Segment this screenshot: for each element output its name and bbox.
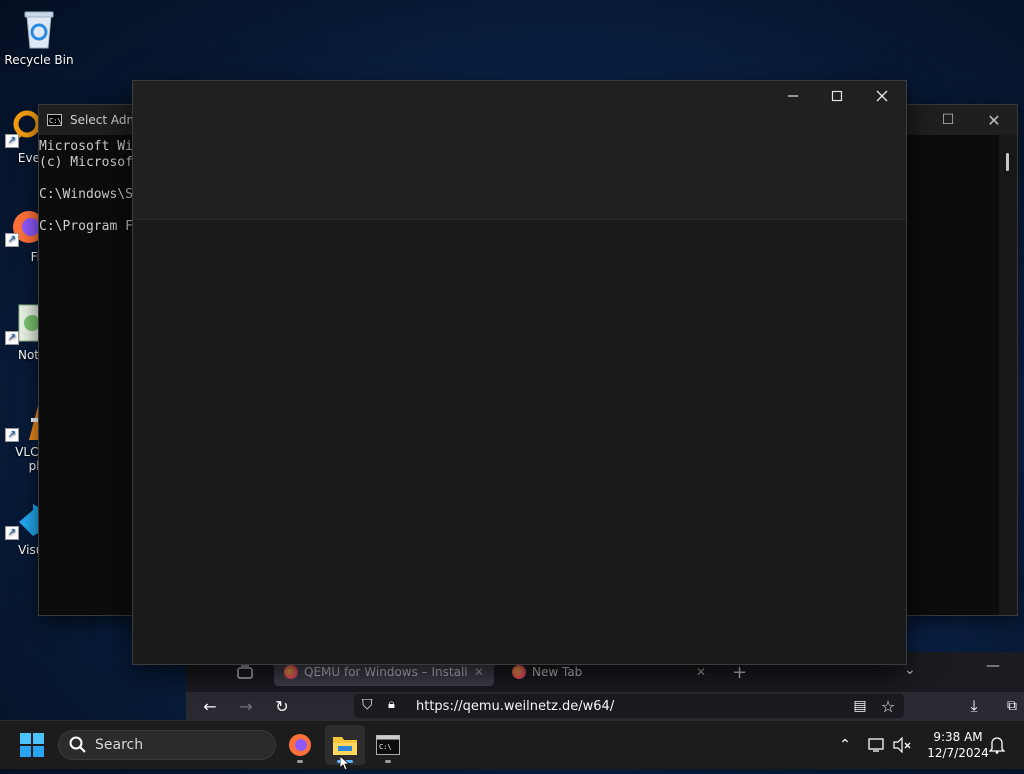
shortcut-arrow-icon: ↗ xyxy=(5,331,19,345)
mouse-cursor-icon xyxy=(339,755,351,771)
notification-bell-icon[interactable] xyxy=(986,721,1008,769)
svg-text:C:\: C:\ xyxy=(379,743,392,751)
volume-muted-icon[interactable] xyxy=(890,721,914,769)
desktop-icon-label: Recycle Bin xyxy=(4,53,74,67)
lock-icon[interactable]: 🔒︎ xyxy=(388,697,395,712)
reader-view-icon[interactable]: ▤ xyxy=(846,692,874,720)
url-bar[interactable]: ⛉ 🔒︎ https://qemu.weilnetz.de/w64/ xyxy=(354,694,904,718)
start-button[interactable] xyxy=(12,725,52,765)
taskbar-terminal-button[interactable]: C:\ xyxy=(368,725,408,765)
bookmark-star-icon[interactable]: ☆ xyxy=(874,692,902,720)
firefox-favicon-icon xyxy=(512,665,526,679)
tracking-shield-icon[interactable]: ⛉ xyxy=(362,697,373,713)
extensions-puzzle-icon[interactable]: ⧉ xyxy=(998,692,1024,720)
folder-icon xyxy=(333,737,357,755)
shortcut-arrow-icon: ↗ xyxy=(5,134,19,148)
tab-close-icon[interactable]: ✕ xyxy=(474,665,484,679)
minimize-icon[interactable]: — xyxy=(986,658,1000,674)
reload-icon[interactable]: ↻ xyxy=(268,692,296,720)
new-tab-plus-icon[interactable]: + xyxy=(732,662,747,683)
taskbar: Search C:\ ⌃ 9:38 AM 12/7/2024 xyxy=(0,720,1024,771)
firefox-icon xyxy=(289,734,311,756)
shortcut-arrow-icon: ↗ xyxy=(5,233,19,247)
recycle-bin-icon xyxy=(19,8,59,50)
blank-window-header[interactable] xyxy=(133,81,906,220)
tab-close-icon[interactable]: ✕ xyxy=(696,665,706,679)
minimize-icon[interactable] xyxy=(770,81,816,111)
search-placeholder: Search xyxy=(95,737,144,753)
firefox-nav-bar: ← → ↻ ⛉ 🔒︎ https://qemu.weilnetz.de/w64/… xyxy=(186,692,1024,720)
show-hidden-icons-chevron-icon[interactable]: ⌃ xyxy=(834,721,856,769)
forward-arrow-icon[interactable]: → xyxy=(232,692,260,720)
blank-app-window[interactable] xyxy=(132,80,907,665)
cmd-scrollbar[interactable] xyxy=(999,135,1017,615)
network-icon[interactable] xyxy=(864,721,888,769)
blank-window-content xyxy=(133,220,906,664)
site-favicon-icon xyxy=(284,665,298,679)
taskbar-firefox-button[interactable] xyxy=(280,725,320,765)
cmd-close-icon[interactable]: ✕ xyxy=(971,105,1017,135)
windows-logo-icon xyxy=(20,733,44,757)
shortcut-arrow-icon: ↗ xyxy=(5,526,19,540)
taskbar-search-box[interactable]: Search xyxy=(58,730,276,760)
running-indicator xyxy=(297,760,303,763)
tab-label: QEMU for Windows – Installers xyxy=(304,665,468,679)
downloads-icon[interactable]: ⤓ xyxy=(960,692,988,720)
desktop-icon-recycle-bin[interactable]: Recycle Bin xyxy=(2,8,76,67)
cmd-maximize-icon[interactable]: ☐ xyxy=(925,105,971,135)
url-text: https://qemu.weilnetz.de/w64/ xyxy=(416,698,615,714)
maximize-icon[interactable] xyxy=(814,81,860,111)
close-icon[interactable] xyxy=(859,81,905,111)
running-indicator xyxy=(385,760,391,763)
terminal-icon: C:\ xyxy=(376,735,400,755)
search-icon xyxy=(69,736,86,753)
cmd-title: Select Admi xyxy=(70,113,142,127)
back-arrow-icon[interactable]: ← xyxy=(196,692,224,720)
shortcut-arrow-icon: ↗ xyxy=(5,428,19,442)
tab-label: New Tab xyxy=(532,665,583,679)
scrollbar-thumb[interactable] xyxy=(1006,153,1009,171)
firefox-view-icon[interactable] xyxy=(236,663,254,681)
cmd-icon: C:\ xyxy=(47,114,62,126)
